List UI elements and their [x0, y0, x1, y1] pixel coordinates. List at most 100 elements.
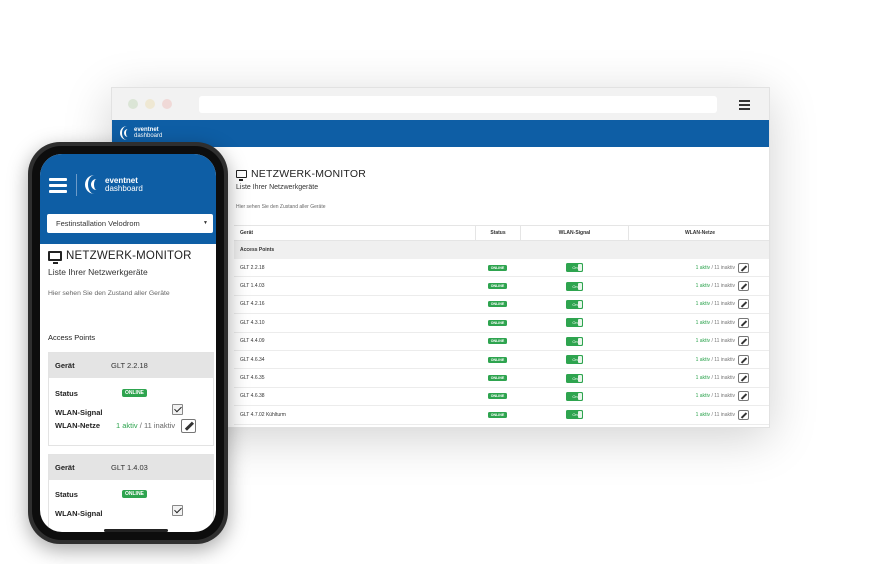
edit-pencil-icon[interactable] [738, 281, 749, 292]
page-description: Hier sehen Sie den Zustand aller Geräte [236, 204, 326, 210]
desktop-header: eventnet dashboard [112, 120, 769, 147]
table-row[interactable]: GLT 1.4.03 ONLINE On 1 aktiv / 11 inaktiv [234, 277, 769, 296]
address-bar[interactable] [199, 96, 717, 113]
wlan-signal-toggle[interactable]: On [565, 336, 583, 346]
device-label: Gerät [55, 463, 75, 472]
networks-inactive: 11 inaktiv [714, 356, 735, 363]
status-badge: ONLINE [487, 411, 508, 418]
wlan-signal-toggle[interactable]: On [565, 299, 583, 309]
networks-inactive: 11 inaktiv [714, 375, 735, 382]
monitor-icon [236, 170, 247, 181]
checkbox-checked-icon[interactable] [171, 404, 183, 415]
mobile-header: eventnet dashboard [40, 154, 216, 212]
row-device-name: GLT 4.7.02 Kühlturm [240, 411, 286, 418]
status-badge: ONLINE [487, 375, 508, 382]
wlan-networks-value: 1 aktiv / 11 inaktiv [116, 419, 197, 433]
table-row[interactable]: GLT 4.2.16 ONLINE On 1 aktiv / 11 inaktiv [234, 296, 769, 315]
column-header-device[interactable]: Gerät [234, 230, 475, 236]
mobile-title-row: NETZWERK-MONITOR [48, 250, 192, 264]
wlan-networks-value: 1 aktiv / 11 inaktiv [696, 265, 735, 271]
wlan-signal-toggle[interactable]: On [565, 410, 583, 420]
networks-inactive: 11 inaktiv [714, 338, 735, 345]
wlan-networks-value: 1 aktiv / 11 inaktiv [696, 393, 735, 399]
phone-device: eventnet dashboard Festinstallation Velo… [28, 142, 228, 544]
logo-mark-icon [85, 175, 101, 194]
networks-active: 1 aktiv [695, 411, 711, 418]
page-description: Hier sehen Sie den Zustand aller Geräte [48, 290, 170, 297]
device-card-header[interactable]: Gerät GLT 2.2.18 [49, 353, 213, 378]
column-header-status[interactable]: Status [475, 226, 520, 240]
wlan-signal-toggle[interactable]: On [565, 263, 583, 273]
device-card-header[interactable]: Gerät GLT 1.4.03 [49, 455, 213, 480]
page-title: NETZWERK-MONITOR [66, 250, 192, 262]
wlan-networks-value: 1 aktiv / 11 inaktiv [696, 283, 735, 289]
networks-active: 1 aktiv [695, 356, 711, 363]
wlan-signal-toggle[interactable]: On [565, 355, 583, 365]
column-header-wlan-signal[interactable]: WLAN-Signal [520, 226, 628, 240]
device-table: Gerät Status WLAN-Signal WLAN-Netze Acce… [234, 225, 769, 425]
row-device-name: GLT 1.4.03 [240, 283, 265, 290]
location-select-value: Festinstallation Velodrom [56, 219, 140, 228]
row-device-name: GLT 2.2.18 [240, 264, 265, 271]
window-minimize-dot[interactable] [145, 99, 155, 109]
networks-inactive: 11 inaktiv [714, 393, 735, 400]
edit-pencil-icon[interactable] [738, 354, 749, 365]
networks-active: 1 aktiv [695, 301, 711, 308]
device-name: GLT 2.2.18 [111, 361, 148, 370]
table-group-access-points: Access Points [234, 241, 769, 259]
browser-menu-icon[interactable] [739, 100, 750, 112]
networks-inactive: 11 inaktiv [714, 319, 735, 326]
status-badge: ONLINE [487, 393, 508, 400]
marketing-mockup: eventnet dashboard NETZWERK-MONITOR List… [0, 0, 880, 564]
edit-pencil-icon[interactable] [738, 373, 749, 384]
window-close-dot[interactable] [128, 99, 138, 109]
edit-pencil-icon[interactable] [738, 299, 749, 310]
table-header: Gerät Status WLAN-Signal WLAN-Netze [234, 225, 769, 241]
edit-pencil-icon[interactable] [738, 409, 749, 420]
edit-pencil-icon[interactable] [738, 336, 749, 347]
edit-pencil-icon[interactable] [738, 262, 749, 273]
logo-sub-text: dashboard [105, 183, 143, 193]
device-name: GLT 1.4.03 [111, 463, 148, 472]
hamburger-menu-icon[interactable] [49, 178, 67, 196]
wlan-signal-label: WLAN-Signal [55, 509, 103, 518]
eventnet-logo[interactable]: eventnet dashboard [85, 175, 143, 194]
row-device-name: GLT 4.2.16 [240, 301, 265, 308]
table-row[interactable]: GLT 4.6.38 ONLINE On 1 aktiv / 11 inaktiv [234, 388, 769, 407]
wlan-signal-row: WLAN-Signal [55, 505, 183, 518]
networks-inactive: 11 inaktiv [714, 301, 735, 308]
table-row[interactable]: GLT 2.2.18 ONLINE On 1 aktiv / 11 inaktiv [234, 259, 769, 278]
table-row[interactable]: GLT 4.6.34 ONLINE On 1 aktiv / 11 inaktiv [234, 351, 769, 370]
wlan-signal-row: WLAN-Signal [55, 404, 183, 417]
edit-pencil-icon[interactable] [738, 317, 749, 328]
device-label: Gerät [55, 361, 75, 370]
logo-mark-icon [120, 126, 131, 140]
wlan-signal-toggle[interactable]: On [565, 391, 583, 401]
wlan-networks-value: 1 aktiv / 11 inaktiv [696, 338, 735, 344]
column-header-wlan-networks[interactable]: WLAN-Netze [628, 226, 769, 240]
table-row[interactable]: GLT 4.3.10 ONLINE On 1 aktiv / 11 inaktiv [234, 314, 769, 333]
status-badge: ONLINE [122, 490, 147, 498]
wlan-signal-toggle[interactable]: On [565, 373, 583, 383]
edit-pencil-icon[interactable] [738, 391, 749, 402]
table-row[interactable]: GLT 4.4.09 ONLINE On 1 aktiv / 11 inaktiv [234, 333, 769, 351]
device-card: Gerät GLT 1.4.03 Status ONLINE WLAN-Sign… [48, 454, 214, 532]
window-maximize-dot[interactable] [162, 99, 172, 109]
table-row[interactable]: GLT 4.6.35 ONLINE On 1 aktiv / 11 inaktiv [234, 369, 769, 388]
location-select[interactable]: Festinstallation Velodrom ▼ [47, 214, 213, 233]
table-row[interactable]: GLT 4.7.02 Kühlturm ONLINE On 1 aktiv / 11 … [234, 406, 769, 425]
browser-chrome [112, 88, 769, 120]
networks-active: 1 aktiv [695, 393, 711, 400]
group-label-access-points: Access Points [48, 333, 96, 342]
wlan-signal-toggle[interactable]: On [565, 281, 583, 291]
eventnet-logo[interactable]: eventnet dashboard [120, 126, 162, 140]
checkbox-checked-icon[interactable] [171, 505, 183, 516]
networks-active: 1 aktiv [116, 420, 138, 430]
wlan-signal-toggle[interactable]: On [565, 318, 583, 328]
header-divider [76, 174, 77, 196]
edit-pencil-icon[interactable] [181, 419, 197, 433]
networks-active: 1 aktiv [695, 338, 711, 345]
wlan-networks-value: 1 aktiv / 11 inaktiv [696, 357, 735, 363]
networks-active: 1 aktiv [695, 375, 711, 382]
row-device-name: GLT 4.4.09 [240, 338, 265, 345]
